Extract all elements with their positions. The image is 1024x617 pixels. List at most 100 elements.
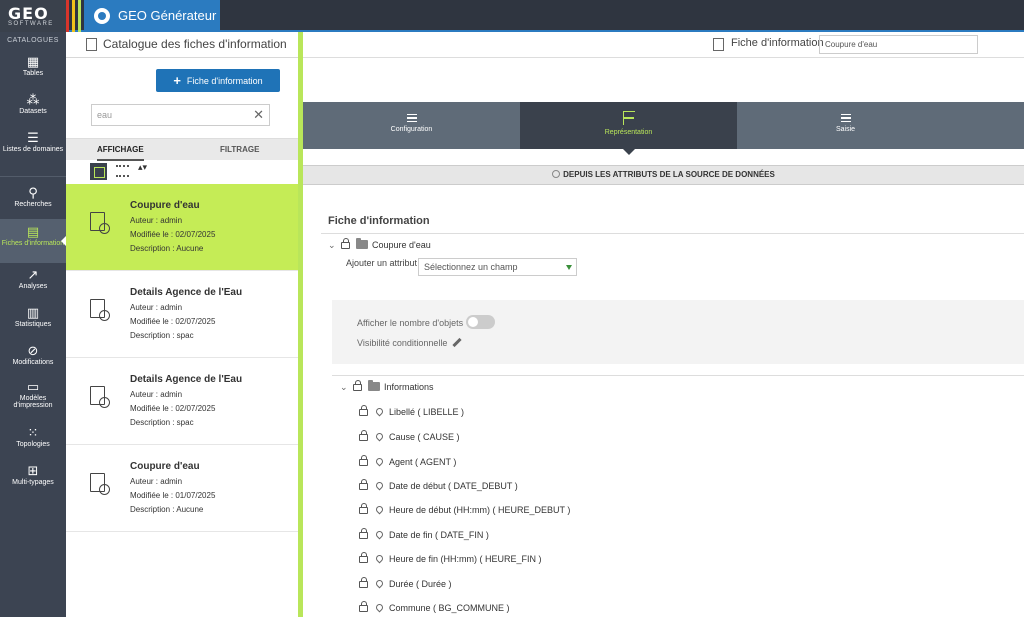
nav-item-tables[interactable]: ▦ Tables: [0, 50, 66, 88]
tab-affichage[interactable]: AFFICHAGE: [97, 139, 144, 161]
lock-icon[interactable]: [359, 405, 368, 416]
nav-item-multi-typages[interactable]: ⊞ Multi-typages: [0, 459, 66, 497]
clear-search-icon[interactable]: ✕: [253, 105, 264, 125]
pencil-icon[interactable]: [452, 337, 463, 348]
folder-icon: [368, 380, 380, 391]
nav-item-datasets[interactable]: ⁂ Datasets: [0, 88, 66, 126]
card-description: Description : spac: [130, 418, 194, 427]
lock-icon[interactable]: [359, 552, 368, 563]
nav-item-listes-de-domaines[interactable]: ☰ Listes de domaines: [0, 126, 66, 172]
attribute-row[interactable]: Cause ( CAUSE ): [355, 430, 460, 442]
nav-item-modeles-impression[interactable]: ▭ Modèles d'impression: [0, 375, 66, 421]
nav-item-modifications[interactable]: ⊘ Modifications: [0, 339, 66, 375]
attribute-label: Libellé ( LIBELLE ): [389, 407, 465, 417]
show-count-toggle[interactable]: [466, 315, 496, 329]
step-saisie[interactable]: Saisie: [737, 102, 1024, 149]
nav-item-recherches[interactable]: ⚲ Recherches: [0, 181, 66, 219]
root-node-label: Coupure d'eau: [372, 240, 431, 250]
info-sheet-name-field[interactable]: Coupure d'eau: [819, 35, 978, 54]
attribute-label: Commune ( BG_COMMUNE ): [389, 603, 510, 613]
source-option[interactable]: DEPUIS LES ATTRIBUTS DE LA SOURCE DE DON…: [303, 165, 1024, 185]
list-item[interactable]: Coupure d'eau Auteur : admin Modifiée le…: [66, 184, 298, 271]
catalog-tabs: AFFICHAGE FILTRAGE: [66, 138, 298, 161]
attribute-row[interactable]: Date de fin ( DATE_FIN ): [355, 528, 489, 540]
attribute-row[interactable]: Durée ( Durée ): [355, 577, 452, 589]
source-label: DEPUIS LES ATTRIBUTS DE LA SOURCE DE DON…: [563, 170, 775, 179]
section-divider: [321, 233, 1024, 234]
lock-icon[interactable]: [353, 380, 362, 391]
list-view-icon[interactable]: [116, 165, 129, 177]
new-info-sheet-button[interactable]: + Fiche d'information: [156, 69, 280, 92]
list-item[interactable]: Coupure d'eau Auteur : admin Modifiée le…: [66, 445, 298, 532]
card-description: Description : spac: [130, 331, 194, 340]
pin-icon: [374, 553, 385, 564]
tab-filtrage[interactable]: FILTRAGE: [220, 139, 259, 161]
attribute-row[interactable]: Libellé ( LIBELLE ): [355, 405, 465, 417]
search-input[interactable]: eau ✕: [91, 104, 270, 126]
main-header: Fiche d'information Coupure d'eau: [303, 32, 1024, 58]
select-placeholder: Sélectionnez un champ: [424, 262, 518, 272]
lock-icon[interactable]: [359, 430, 368, 441]
pin-icon: [374, 431, 385, 442]
lock-icon[interactable]: [359, 577, 368, 588]
lock-icon[interactable]: [359, 528, 368, 539]
attribute-label: Date de fin ( DATE_FIN ): [389, 530, 489, 540]
step-representation[interactable]: Représentation: [520, 102, 737, 155]
search-value: eau: [97, 110, 113, 120]
info-sheet-icon: [90, 386, 110, 408]
top-bar: GEO SOFTWARE GEO Générateur: [0, 0, 1024, 32]
card-author: Auteur : admin: [130, 216, 183, 225]
attribute-row[interactable]: Agent ( AGENT ): [355, 455, 456, 467]
nav-item-topologies[interactable]: ⁙ Topologies: [0, 421, 66, 459]
nav-item-fiches-information[interactable]: ▤ Fiches d'information: [0, 219, 66, 263]
nav-item-analyses[interactable]: ↗ Analyses: [0, 263, 66, 301]
nav-label: Multi-typages: [12, 479, 54, 486]
plus-icon: +: [173, 73, 181, 88]
attribute-row[interactable]: Date de début ( DATE_DEBUT ): [355, 479, 518, 491]
card-title: Coupure d'eau: [130, 461, 200, 472]
add-attribute-label: Ajouter un attribut: [346, 258, 418, 268]
list-item[interactable]: Details Agence de l'Eau Auteur : admin M…: [66, 271, 298, 358]
tree-root-node[interactable]: ⌄ Coupure d'eau: [328, 238, 431, 251]
sort-icon[interactable]: ▴▾: [138, 162, 147, 173]
attribute-label: Heure de fin (HH:mm) ( HEURE_FIN ): [389, 554, 542, 564]
step-label: Configuration: [390, 126, 433, 133]
nav-label: Listes de domaines: [2, 146, 64, 153]
list-item[interactable]: Details Agence de l'Eau Auteur : admin M…: [66, 358, 298, 445]
pin-icon: [374, 602, 385, 613]
chevron-down-icon[interactable]: ⌄: [328, 240, 337, 251]
card-author: Auteur : admin: [130, 303, 183, 312]
datasets-icon: ⁂: [26, 93, 40, 108]
lock-icon[interactable]: [359, 601, 368, 612]
nav-item-statistiques[interactable]: ▥ Statistiques: [0, 301, 66, 339]
step-configuration[interactable]: Configuration: [303, 102, 520, 149]
catalog-title: Catalogue des fiches d'information: [103, 37, 287, 51]
lock-icon[interactable]: [359, 455, 368, 466]
logo-subtext: SOFTWARE: [8, 21, 54, 27]
brand-stripe-green: [78, 0, 81, 32]
chevron-down-icon[interactable]: ⌄: [340, 382, 349, 393]
modifications-icon: ⊘: [27, 344, 39, 359]
app-tab-geo-generateur[interactable]: GEO Générateur: [84, 0, 220, 32]
card-author: Auteur : admin: [130, 390, 183, 399]
lock-icon[interactable]: [359, 479, 368, 490]
conditional-visibility-option: Visibilité conditionnelle: [357, 337, 463, 348]
lock-icon[interactable]: [341, 238, 350, 249]
document-icon: [713, 38, 724, 51]
section-title: Fiche d'information: [328, 215, 430, 227]
info-sheet-icon: [90, 473, 110, 495]
card-title: Details Agence de l'Eau: [130, 374, 243, 385]
attribute-label: Cause ( CAUSE ): [389, 432, 460, 442]
tree-group-node[interactable]: ⌄ Informations: [340, 380, 434, 393]
attribute-row[interactable]: Heure de début (HH:mm) ( HEURE_DEBUT ): [355, 503, 570, 515]
grid-view-icon[interactable]: [90, 163, 107, 180]
nav-label: Topologies: [16, 441, 50, 448]
header-label-text: Fiche d'information: [731, 37, 824, 49]
attribute-row[interactable]: Commune ( BG_COMMUNE ): [355, 601, 510, 613]
lock-icon[interactable]: [359, 503, 368, 514]
configuration-icon: [406, 114, 417, 122]
add-attribute-select[interactable]: Sélectionnez un champ: [418, 258, 577, 276]
info-sheet-icon: [90, 299, 110, 321]
attribute-row[interactable]: Heure de fin (HH:mm) ( HEURE_FIN ): [355, 552, 542, 564]
statistics-icon: ▥: [26, 306, 40, 321]
